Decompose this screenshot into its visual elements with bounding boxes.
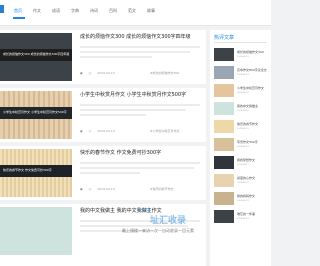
nav-item-idiom[interactable]: 成语 [52,8,60,14]
sidebar-item-date: 2024-04-13 [237,110,249,112]
nav-item-dictionary[interactable]: 字典 [71,8,79,14]
sidebar-divider [214,42,267,43]
sidebar-item-thumbnail [214,120,234,133]
sidebar-item-thumbnail [214,174,234,187]
sidebar-item-date: 2024-04-13 [237,74,249,76]
sidebar-item-date: 2024-04-13 [237,92,249,94]
article-thumbnail[interactable]: 小学生中秋赏月作文 小学生中秋赏月作文500字 [0,91,72,139]
sidebar-item-date: 2024-04-13 [237,146,249,148]
sidebar-item[interactable]: 我的中文我做主 2024-04-13 [214,102,271,116]
hot-comments-sidebar: 热评文章 成长的烦恼作文300 2024-04-13 高中作文800字议论文 2… [210,30,271,266]
sidebar-item[interactable]: 感恩的心作文 2024-04-13 [214,174,271,188]
sidebar-item-title[interactable]: 写景作文300字 [237,140,258,144]
article-thumbnail[interactable] [0,207,72,255]
article-excerpt [80,46,200,62]
nav-item-stories[interactable]: 故事 [147,8,155,14]
sidebar-item-thumbnail [214,210,234,223]
nav-active-indicator [13,17,25,19]
sidebar-item-date: 2024-04-13 [237,128,249,130]
article-thumbnail[interactable]: 成长的烦恼作文300 成长的烦恼作文300字四年级 [0,33,72,81]
main-nav: 首页 作文 成语 字典 诗词 百科 范文 故事 [14,8,166,14]
sidebar-item-title[interactable]: 我的中文我做主 [237,104,258,108]
article-meta: ● ◷ 2024-04-13 [80,71,121,75]
nav-item-essay[interactable]: 作文 [33,8,41,14]
article-tag[interactable]: #小学生中秋赏月作文 [150,129,180,133]
sidebar-item-thumbnail [214,48,234,61]
sidebar-item[interactable]: 小学生中秋赏月作文 2024-04-13 [214,84,271,98]
article-tag[interactable]: #快乐的春节作文 [150,187,174,191]
sidebar-item[interactable]: 难忘的一件事 2024-04-13 [214,210,271,224]
watermark-number: 1988 [138,208,151,214]
sidebar-item-title[interactable]: 难忘的一件事 [237,212,255,216]
sidebar-item-thumbnail [214,84,234,97]
sidebar-item-title[interactable]: 我的梦想作文 [237,158,255,162]
sidebar-item[interactable]: 成长的烦恼作文300 2024-04-13 [214,48,271,62]
nav-item-home[interactable]: 首页 [14,8,22,14]
sidebar-item-date: 2024-04-13 [237,218,249,220]
sidebar-item-title[interactable]: 成长的烦恼作文300 [237,50,264,54]
nav-item-poetry[interactable]: 诗词 [90,8,98,14]
date-icon: ◷ [88,71,92,75]
article-card[interactable]: 小学生中秋赏月作文 小学生中秋赏月作文500字 小学生中秋赏月作文 小学生中秋赏… [0,88,206,142]
sidebar-item-date: 2024-04-13 [237,56,249,58]
article-date: 2024-04-13 [97,187,115,191]
sidebar-item-title[interactable]: 我的妈妈作文 [237,194,255,198]
sidebar-item-title[interactable]: 快乐的春节作文 [237,122,258,126]
sidebar-item-thumbnail [214,156,234,169]
sidebar-item-thumbnail [214,66,234,79]
article-card[interactable]: 快乐的春节作文 作文免费可抄300字 快乐的春节作文 作文免费可抄300字 ● … [0,146,206,200]
sidebar-item-thumbnail [214,138,234,151]
sidebar-item-date: 2024-04-13 [237,182,249,184]
article-date: 2024-04-13 [97,129,115,133]
author-icon: ● [80,187,83,191]
sidebar-item-thumbnail [214,102,234,115]
article-date: 2024-04-13 [97,71,115,75]
watermark-logo: 址汇收录 [150,216,187,226]
article-thumbnail[interactable]: 快乐的春节作文 作文免费可抄300字 [0,149,72,197]
sidebar-item[interactable]: 快乐的春节作文 2024-04-13 [214,120,271,134]
date-icon: ◷ [88,129,92,133]
sidebar-item-title[interactable]: 感恩的心作文 [237,176,255,180]
nav-item-encyclopedia[interactable]: 百科 [109,8,117,14]
sidebar-item-title[interactable]: 小学生中秋赏月作文 [237,86,264,90]
sidebar-item-date: 2024-04-13 [237,200,249,202]
site-logo[interactable] [0,5,4,13]
article-title[interactable]: 快乐的春节作文 作文免费可抄300字 [80,149,161,156]
sidebar-item-thumbnail [214,192,234,205]
watermark-caption: 最上镜楼一来访一次一自动收录一回元素 [122,228,194,233]
article-card[interactable]: 成长的烦恼作文300 成长的烦恼作文300字四年级 成长的烦恼作文300 成长的… [0,30,206,84]
thumbnail-caption: 成长的烦恼作文300 成长的烦恼作文300字四年级 [3,52,70,56]
sidebar-title: 热评文章 [214,35,235,41]
article-excerpt [80,104,200,120]
sidebar-item[interactable]: 写景作文300字 2024-04-13 [214,138,271,152]
author-icon: ● [80,129,83,133]
article-meta: ● ◷ 2024-04-13 [80,129,121,133]
sidebar-item[interactable]: 我的梦想作文 2024-04-13 [214,156,271,170]
sidebar-item[interactable]: 高中作文800字议论文 2024-04-13 [214,66,271,80]
date-icon: ◷ [88,187,92,191]
article-title[interactable]: 成长的烦恼作文300 成长的烦恼作文300字四年级 [80,33,191,40]
top-navigation-bar: 首页 作文 成语 字典 诗词 百科 范文 故事 [0,0,271,26]
article-excerpt [80,162,200,178]
article-meta: ● ◷ 2024-04-13 [80,187,121,191]
thumbnail-caption: 快乐的春节作文 作文免费可抄300字 [3,168,52,172]
sidebar-item[interactable]: 我的妈妈作文 2024-04-13 [214,192,271,206]
author-icon: ● [80,71,83,75]
sidebar-item-date: 2024-04-13 [237,164,249,166]
sidebar-item-title[interactable]: 高中作文800字议论文 [237,68,267,72]
nav-item-sample-essay[interactable]: 范文 [128,8,136,14]
article-title[interactable]: 小学生中秋赏月作文 小学生中秋赏月作文500字 [80,91,186,98]
article-tag[interactable]: #成长的烦恼作文300 [150,71,179,75]
thumbnail-caption: 小学生中秋赏月作文 小学生中秋赏月作文500字 [3,110,67,114]
